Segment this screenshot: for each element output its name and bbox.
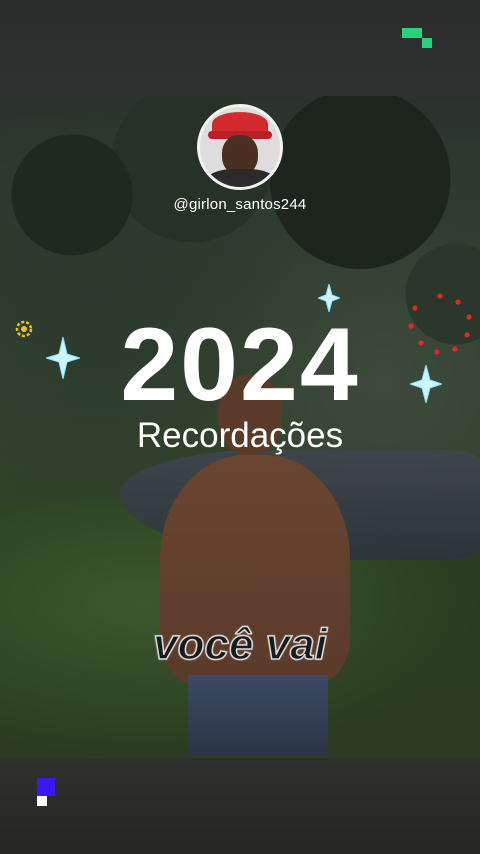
caption-text: você vai [152,619,327,670]
username[interactable]: @girlon_santos244 [0,196,480,213]
year-title: 2024 [120,307,360,423]
bottom-bar [0,758,480,854]
story-screen: @girlon_santos244 2024 Recordações você … [0,0,480,854]
memories-subtitle: Recordações [136,416,344,455]
pixel-blocks-icon [402,28,432,48]
pixel-blocks-icon-bottom [37,778,55,806]
profile-avatar[interactable] [197,104,283,190]
